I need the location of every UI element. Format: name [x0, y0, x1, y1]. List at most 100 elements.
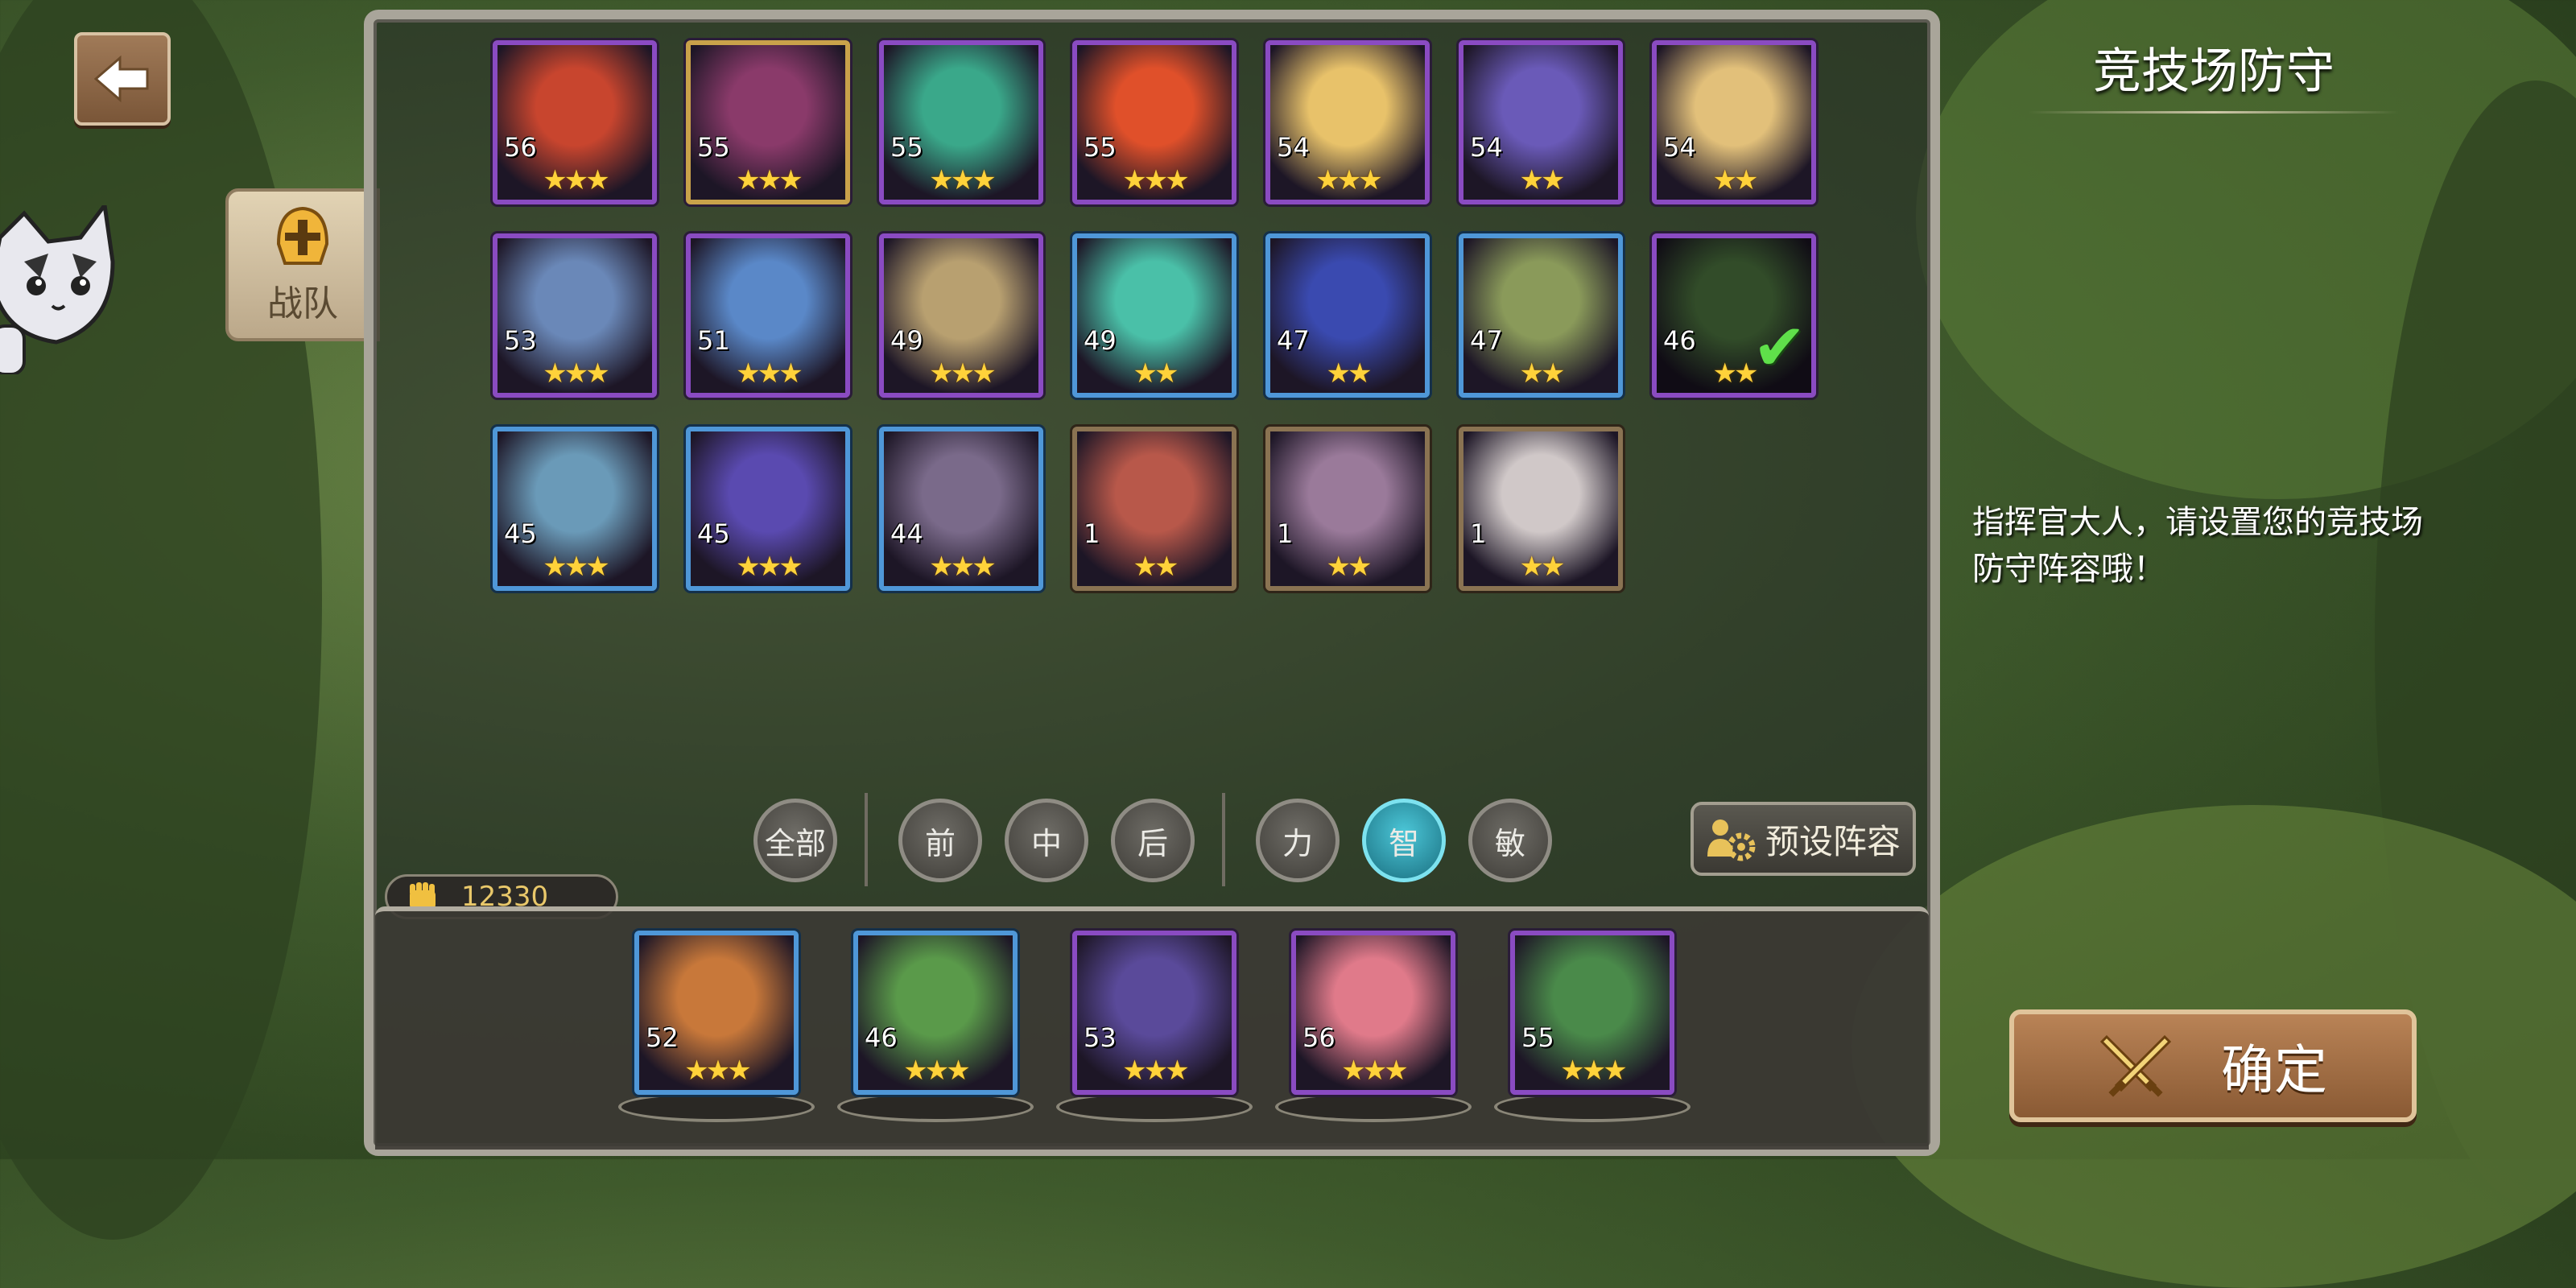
confirm-button[interactable]: 确定 [2009, 1009, 2417, 1122]
hero-level: 55 [890, 132, 923, 163]
hero-level: 45 [504, 518, 537, 549]
star-rating-icon: ★★★ [736, 551, 803, 583]
preset-lineup-label: 预设阵容 [1765, 821, 1901, 861]
hero-card[interactable]: 55 ★★★ [686, 40, 850, 204]
checkmark-icon: ✔ [1752, 310, 1806, 385]
hero-card[interactable]: 49 ★★★ [879, 233, 1043, 398]
hero-card[interactable]: 55 ★★★ [1072, 40, 1236, 204]
preset-lineup-button[interactable]: 预设阵容 [1690, 802, 1916, 876]
hero-level: 54 [1470, 132, 1503, 163]
star-rating-icon: ★★★ [1122, 1055, 1189, 1087]
hero-card[interactable]: 45 ★★★ [686, 427, 850, 591]
hero-level: 46 [1663, 325, 1696, 356]
hero-card[interactable]: 47 ★★ [1459, 233, 1623, 398]
filter-middle-button[interactable]: 中 [1005, 799, 1088, 882]
star-rating-icon: ★★★ [903, 1055, 970, 1087]
star-rating-icon: ★★★ [1341, 1055, 1408, 1087]
hero-card[interactable]: 44 ★★★ [879, 427, 1043, 591]
hero-level: 49 [1084, 325, 1117, 356]
star-rating-icon: ★★★ [543, 164, 609, 196]
title-divider [2029, 111, 2399, 114]
team-gear-icon [1707, 819, 1756, 861]
confirm-label: 确定 [2221, 1039, 2327, 1101]
filter-divider [1222, 793, 1225, 886]
hero-card[interactable]: 55 ★★★ [879, 40, 1043, 204]
hero-level: 53 [504, 325, 537, 356]
cat-mascot-icon[interactable] [0, 205, 121, 374]
star-rating-icon: ★★ [1326, 551, 1373, 583]
team-slot-pedestal [1056, 1092, 1253, 1122]
hero-card[interactable]: 51 ★★★ [686, 233, 850, 398]
instruction-text: 指挥官大人，请设置您的竞技场防守阵容哦！ [1972, 504, 2423, 588]
hero-level: 55 [1084, 132, 1117, 163]
filter-intelligence-button[interactable]: 智 [1362, 799, 1446, 882]
filter-strength-button[interactable]: 力 [1256, 799, 1340, 882]
hero-level: 54 [1663, 132, 1696, 163]
hero-card[interactable]: 54 ★★ [1459, 40, 1623, 204]
filter-back-button[interactable]: 后 [1111, 799, 1195, 882]
star-rating-icon: ★★★ [736, 357, 803, 390]
hero-card[interactable]: 56 ★★★ [493, 40, 657, 204]
tab-team-label: 战队 [267, 283, 338, 324]
hero-card[interactable]: 45 ★★★ [493, 427, 657, 591]
hero-level: 53 [1084, 1022, 1117, 1053]
hero-card[interactable]: 1 ★★ [1072, 427, 1236, 591]
star-rating-icon: ★★ [1326, 357, 1373, 390]
hero-card[interactable]: 47 ★★ [1265, 233, 1430, 398]
filter-front-button[interactable]: 前 [898, 799, 982, 882]
page-title: 竞技场防守 [2093, 43, 2334, 100]
helmet-icon [276, 206, 329, 265]
star-rating-icon: ★★ [1519, 357, 1566, 390]
star-rating-icon: ★★★ [929, 164, 996, 196]
filter-divider [865, 793, 868, 886]
star-rating-icon: ★★★ [736, 164, 803, 196]
star-rating-icon: ★★★ [929, 357, 996, 390]
hero-level: 1 [1277, 518, 1294, 549]
hero-level: 55 [697, 132, 730, 163]
team-slot-pedestal [837, 1092, 1034, 1122]
tab-team[interactable]: 战队 [225, 188, 380, 341]
hero-level: 56 [504, 132, 537, 163]
team-slot-pedestal [1494, 1092, 1690, 1122]
team-slot-hero[interactable]: 52 ★★★ [634, 931, 799, 1095]
team-slot-hero[interactable]: 56 ★★★ [1291, 931, 1455, 1095]
hero-level: 47 [1277, 325, 1310, 356]
hero-card[interactable]: 49 ★★ [1072, 233, 1236, 398]
hero-level: 46 [865, 1022, 898, 1053]
hero-level: 1 [1470, 518, 1487, 549]
crossed-swords-icon [2099, 1034, 2172, 1097]
filter-agility-button[interactable]: 敏 [1468, 799, 1552, 882]
team-slot-pedestal [1275, 1092, 1472, 1122]
star-rating-icon: ★★★ [543, 357, 609, 390]
star-rating-icon: ★★ [1133, 551, 1179, 583]
team-slot-hero[interactable]: 46 ★★★ [853, 931, 1018, 1095]
hero-level: 47 [1470, 325, 1503, 356]
hero-card[interactable]: 54 ★★★ [1265, 40, 1430, 204]
hero-card[interactable]: 1 ★★ [1265, 427, 1430, 591]
hero-level: 51 [697, 325, 730, 356]
arrow-left-icon [94, 55, 149, 103]
hero-level: 55 [1521, 1022, 1554, 1053]
team-slot-hero[interactable]: 53 ★★★ [1072, 931, 1236, 1095]
hero-level: 44 [890, 518, 923, 549]
star-rating-icon: ★★★ [684, 1055, 751, 1087]
filter-all-button[interactable]: 全部 [753, 799, 837, 882]
hero-level: 54 [1277, 132, 1310, 163]
star-rating-icon: ★★★ [929, 551, 996, 583]
hero-card[interactable]: 53 ★★★ [493, 233, 657, 398]
hero-level: 52 [646, 1022, 679, 1053]
back-button[interactable] [74, 32, 171, 126]
hero-card[interactable]: 54 ★★ [1652, 40, 1816, 204]
hero-card[interactable]: 46 ★★ ✔ [1652, 233, 1816, 398]
hero-card[interactable]: 1 ★★ [1459, 427, 1623, 591]
star-rating-icon: ★★★ [1560, 1055, 1627, 1087]
hero-level: 1 [1084, 518, 1100, 549]
hero-level: 45 [697, 518, 730, 549]
star-rating-icon: ★★★ [543, 551, 609, 583]
team-slot-hero[interactable]: 55 ★★★ [1510, 931, 1674, 1095]
star-rating-icon: ★★★ [1122, 164, 1189, 196]
star-rating-icon: ★★ [1519, 164, 1566, 196]
star-rating-icon: ★★ [1133, 357, 1179, 390]
star-rating-icon: ★★ [1712, 164, 1759, 196]
star-rating-icon: ★★★ [1315, 164, 1382, 196]
